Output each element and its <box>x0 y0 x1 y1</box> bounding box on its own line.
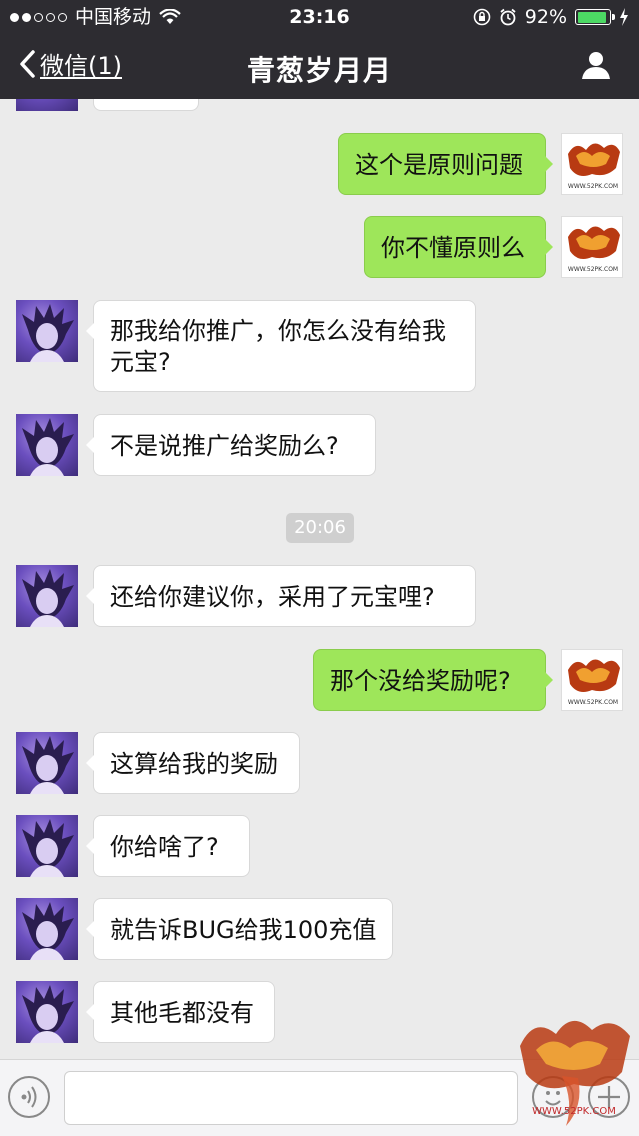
message-bubble-sent[interactable]: 这个是原则问题 <box>338 133 553 195</box>
contact-avatar[interactable] <box>16 565 78 627</box>
message-bubble-sent[interactable]: 那个没给奖励呢? <box>313 649 553 711</box>
message-bubble-received[interactable]: 那我给你推广，你怎么没有给我元宝? <box>86 300 476 392</box>
emoji-icon <box>545 1091 561 1106</box>
plus-icon <box>598 1086 620 1108</box>
message-bubble-sent[interactable]: 你不懂原则么 <box>364 216 553 278</box>
contact-avatar[interactable] <box>16 898 78 960</box>
contact-avatar[interactable] <box>16 732 78 794</box>
anime-character-icon <box>22 985 74 1043</box>
lock-rotation-icon <box>473 8 491 26</box>
message-bubble-received[interactable]: 你给啥了? <box>86 815 250 877</box>
top-bar: 中国移动 23:16 92% 微信(1) 青葱岁月月 <box>0 0 639 99</box>
contact-avatar[interactable] <box>16 414 78 476</box>
svg-text:WWW.52PK.COM: WWW.52PK.COM <box>568 266 618 273</box>
contact-avatar[interactable] <box>16 981 78 1043</box>
game-logo-icon: WWW.52PK.COM <box>568 659 620 706</box>
charging-icon <box>620 8 628 26</box>
battery-icon <box>575 9 615 25</box>
message-bubble-received[interactable]: 还给你建议你，采用了元宝哩? <box>86 565 476 627</box>
anime-character-icon <box>22 569 74 627</box>
emoji-button[interactable] <box>532 1076 574 1118</box>
message-bubble-received[interactable]: 不是说推广给奖励么? <box>86 414 376 476</box>
svg-text:WWW.52PK.COM: WWW.52PK.COM <box>568 699 618 706</box>
message-bubble-received[interactable]: 这算给我的奖励 <box>86 732 300 794</box>
contact-avatar[interactable] <box>16 815 78 877</box>
alarm-icon <box>500 8 516 26</box>
anime-character-icon <box>22 819 74 877</box>
anime-character-icon <box>22 902 74 960</box>
more-button[interactable] <box>588 1076 630 1118</box>
battery-percent: 92% <box>524 6 567 28</box>
chat-area[interactable]: 这个是原则问题 WWW.52PK.COM 你不懂原则么 WWW.52PK.COM… <box>0 99 639 1059</box>
message-bubble-partial[interactable] <box>93 99 199 111</box>
game-logo-icon: WWW.52PK.COM <box>568 143 620 190</box>
person-icon <box>582 52 610 79</box>
voice-button[interactable] <box>8 1076 50 1118</box>
my-avatar[interactable]: WWW.52PK.COM <box>561 133 623 195</box>
contact-avatar[interactable] <box>16 300 78 362</box>
my-avatar[interactable]: WWW.52PK.COM <box>561 649 623 711</box>
my-avatar[interactable]: WWW.52PK.COM <box>561 216 623 278</box>
timestamp-badge: 20:06 <box>286 513 354 543</box>
contact-info-button[interactable] <box>581 50 611 84</box>
chat-title: 青葱岁月月 <box>246 54 392 87</box>
message-bubble-received[interactable]: 就告诉BUG给我100充值 <box>86 898 393 960</box>
message-bubble-received[interactable]: 其他毛都没有 <box>86 981 275 1043</box>
svg-text:WWW.52PK.COM: WWW.52PK.COM <box>568 183 618 190</box>
anime-character-icon <box>22 304 74 362</box>
status-bar: 中国移动 23:16 92% <box>0 0 639 34</box>
anime-character-icon <box>22 736 74 794</box>
anime-character-icon <box>22 418 74 476</box>
nav-bar: 微信(1) 青葱岁月月 <box>0 34 639 99</box>
voice-icon <box>21 1086 37 1108</box>
input-bar <box>0 1059 639 1136</box>
message-input[interactable] <box>64 1071 518 1125</box>
game-logo-icon: WWW.52PK.COM <box>568 226 620 273</box>
contact-avatar[interactable] <box>16 99 78 111</box>
